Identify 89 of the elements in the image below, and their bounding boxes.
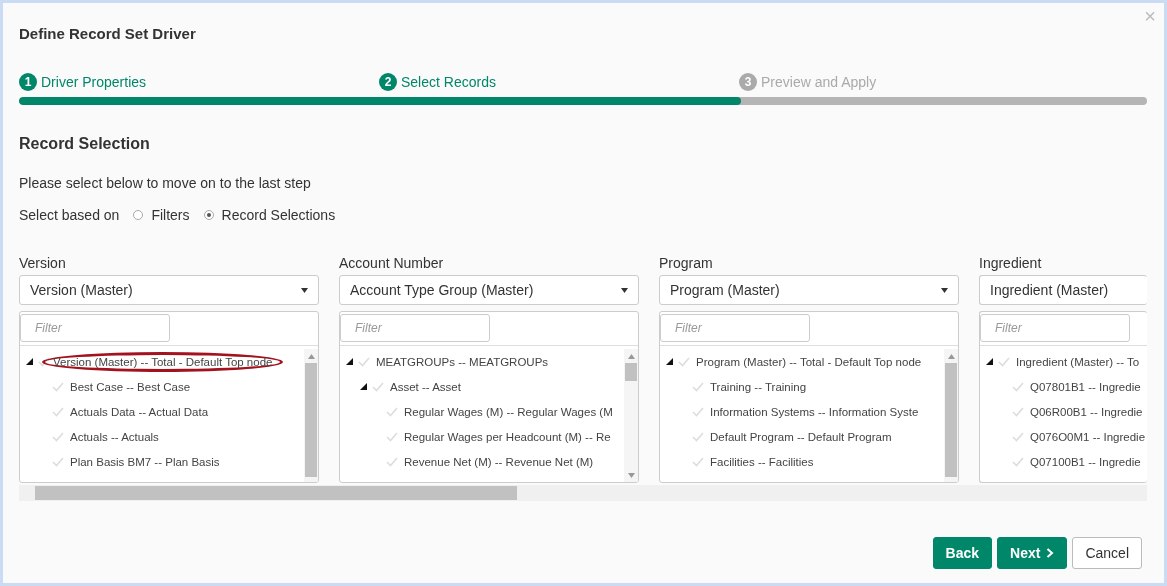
checkmark-icon[interactable] [52,381,64,392]
scroll-up-arrow-icon[interactable] [947,353,955,359]
chevron-right-icon [1046,548,1055,558]
tree-item[interactable]: Default Program -- Default Program [710,430,892,443]
filter-field[interactable]: Filter [660,314,810,342]
tree-item[interactable]: MEATGROUPs -- MEATGROUPs [376,355,549,368]
dropdown[interactable]: Ingredient (Master) [979,275,1147,305]
tree-item[interactable]: Asset -- Asset [390,380,461,393]
caret-icon[interactable] [301,287,308,293]
filter-field[interactable]: Filter [20,314,170,342]
tree-item[interactable]: Ingredient (Master) -- To [1016,355,1140,368]
radio-button[interactable] [203,210,214,220]
dialog-button[interactable]: Cancel [1072,537,1142,569]
scroll-up-arrow-icon[interactable] [307,353,315,359]
vertical-scrollbar[interactable] [944,349,958,482]
checkmark-icon[interactable] [52,431,64,442]
radio-button[interactable] [133,210,144,220]
checkmark-icon[interactable] [1012,406,1024,417]
filter-field[interactable]: Filter [340,314,490,342]
checkmark-icon[interactable] [358,356,370,367]
filter-field[interactable]: Filter [980,314,1130,342]
tree-item[interactable]: Actuals Data -- Actual Data [70,405,209,418]
checkmark-icon[interactable] [52,456,64,467]
step-number: 3 [739,73,757,91]
caret-icon[interactable] [941,287,948,293]
dialog-title: Define Record Set Driver [19,25,197,44]
wizard-step[interactable]: 2 Select Records [379,73,739,91]
scrollbar-thumb[interactable] [625,363,637,381]
dropdown[interactable]: Program (Master) [659,275,959,305]
checkmark-icon[interactable] [52,406,64,417]
scrollbar-thumb[interactable] [945,363,957,477]
checkmark-icon[interactable] [692,431,704,442]
checkmark-icon[interactable] [372,381,384,392]
radio-option[interactable]: Filters [133,207,190,223]
instruction-text: Please select below to move on to the last step [19,175,312,191]
scrollbar-thumb[interactable] [35,486,517,500]
checkmark-icon[interactable] [1012,431,1024,442]
column-label: Version [19,255,67,273]
radio-option[interactable]: Record Selections [203,207,336,223]
checkmark-icon[interactable] [386,456,398,467]
checkmark-icon[interactable] [692,381,704,392]
dropdown[interactable]: Account Type Group (Master) [339,275,639,305]
tree-item[interactable]: Regular Wages per Headcount (M) -- Re [404,430,611,443]
checkmark-icon[interactable] [692,406,704,417]
tree-item[interactable]: Best Case -- Best Case [70,380,191,393]
step-number: 1 [19,73,37,91]
column-label: Program [659,255,714,273]
scroll-down-arrow-icon[interactable] [627,472,635,478]
tree-item[interactable]: Program (Master) -- Total - Default Top node [696,355,922,368]
tree-item[interactable]: Actuals -- Actuals [70,430,159,443]
vertical-scrollbar[interactable] [624,349,638,482]
wizard-step[interactable]: 1 Driver Properties [19,73,379,91]
tree-item[interactable]: Q06R00B1 -- Ingredie [1030,405,1143,418]
collapse-triangle-icon[interactable] [986,358,993,365]
tree-item[interactable]: Facilities -- Facilities [710,455,814,468]
dialog-button[interactable]: Back [932,537,993,569]
tree-item[interactable]: Q07100B1 -- Ingredie [1030,455,1141,468]
caret-icon[interactable] [621,287,628,293]
checkmark-icon[interactable] [1012,456,1024,467]
radio-group-label: Select based on [19,207,120,223]
dialog-button[interactable]: Next [997,537,1068,569]
tree-item[interactable]: Q07801B1 -- Ingredie [1030,380,1141,393]
checkmark-icon[interactable] [386,431,398,442]
horizontal-scrollbar[interactable] [19,485,1147,501]
checkmark-icon[interactable] [38,356,50,367]
collapse-triangle-icon[interactable] [26,358,33,365]
step-number: 2 [379,73,397,91]
column-label: Ingredient [979,255,1043,273]
scroll-up-arrow-icon[interactable] [627,353,635,359]
checkmark-icon[interactable] [386,406,398,417]
checkmark-icon[interactable] [678,356,690,367]
checkmark-icon[interactable] [1012,381,1024,392]
collapse-triangle-icon[interactable] [346,358,353,365]
column-label: Account Number [339,255,445,273]
tree-item[interactable]: Q076O0M1 -- Ingredie [1030,430,1146,443]
tree-item[interactable]: Training -- Training [710,380,807,393]
section-title: Record Selection [19,135,151,153]
collapse-triangle-icon[interactable] [666,358,673,365]
tree-item[interactable]: Plan Basis BM7 -- Plan Basis [70,455,220,468]
collapse-triangle-icon[interactable] [360,383,367,390]
checkmark-icon[interactable] [998,356,1010,367]
scrollbar-thumb[interactable] [305,363,317,477]
vertical-scrollbar[interactable] [304,349,318,482]
tree-item[interactable]: Version (Master) -- Total - Default Top node [42,351,284,372]
dropdown[interactable]: Version (Master) [19,275,319,305]
checkmark-icon[interactable] [692,456,704,467]
tree-item[interactable]: Revenue Net (M) -- Revenue Net (M) [404,455,594,468]
tree-item[interactable]: Information Systems -- Information Syste [710,405,919,418]
tree-item[interactable]: Regular Wages (M) -- Regular Wages (M [404,405,613,418]
